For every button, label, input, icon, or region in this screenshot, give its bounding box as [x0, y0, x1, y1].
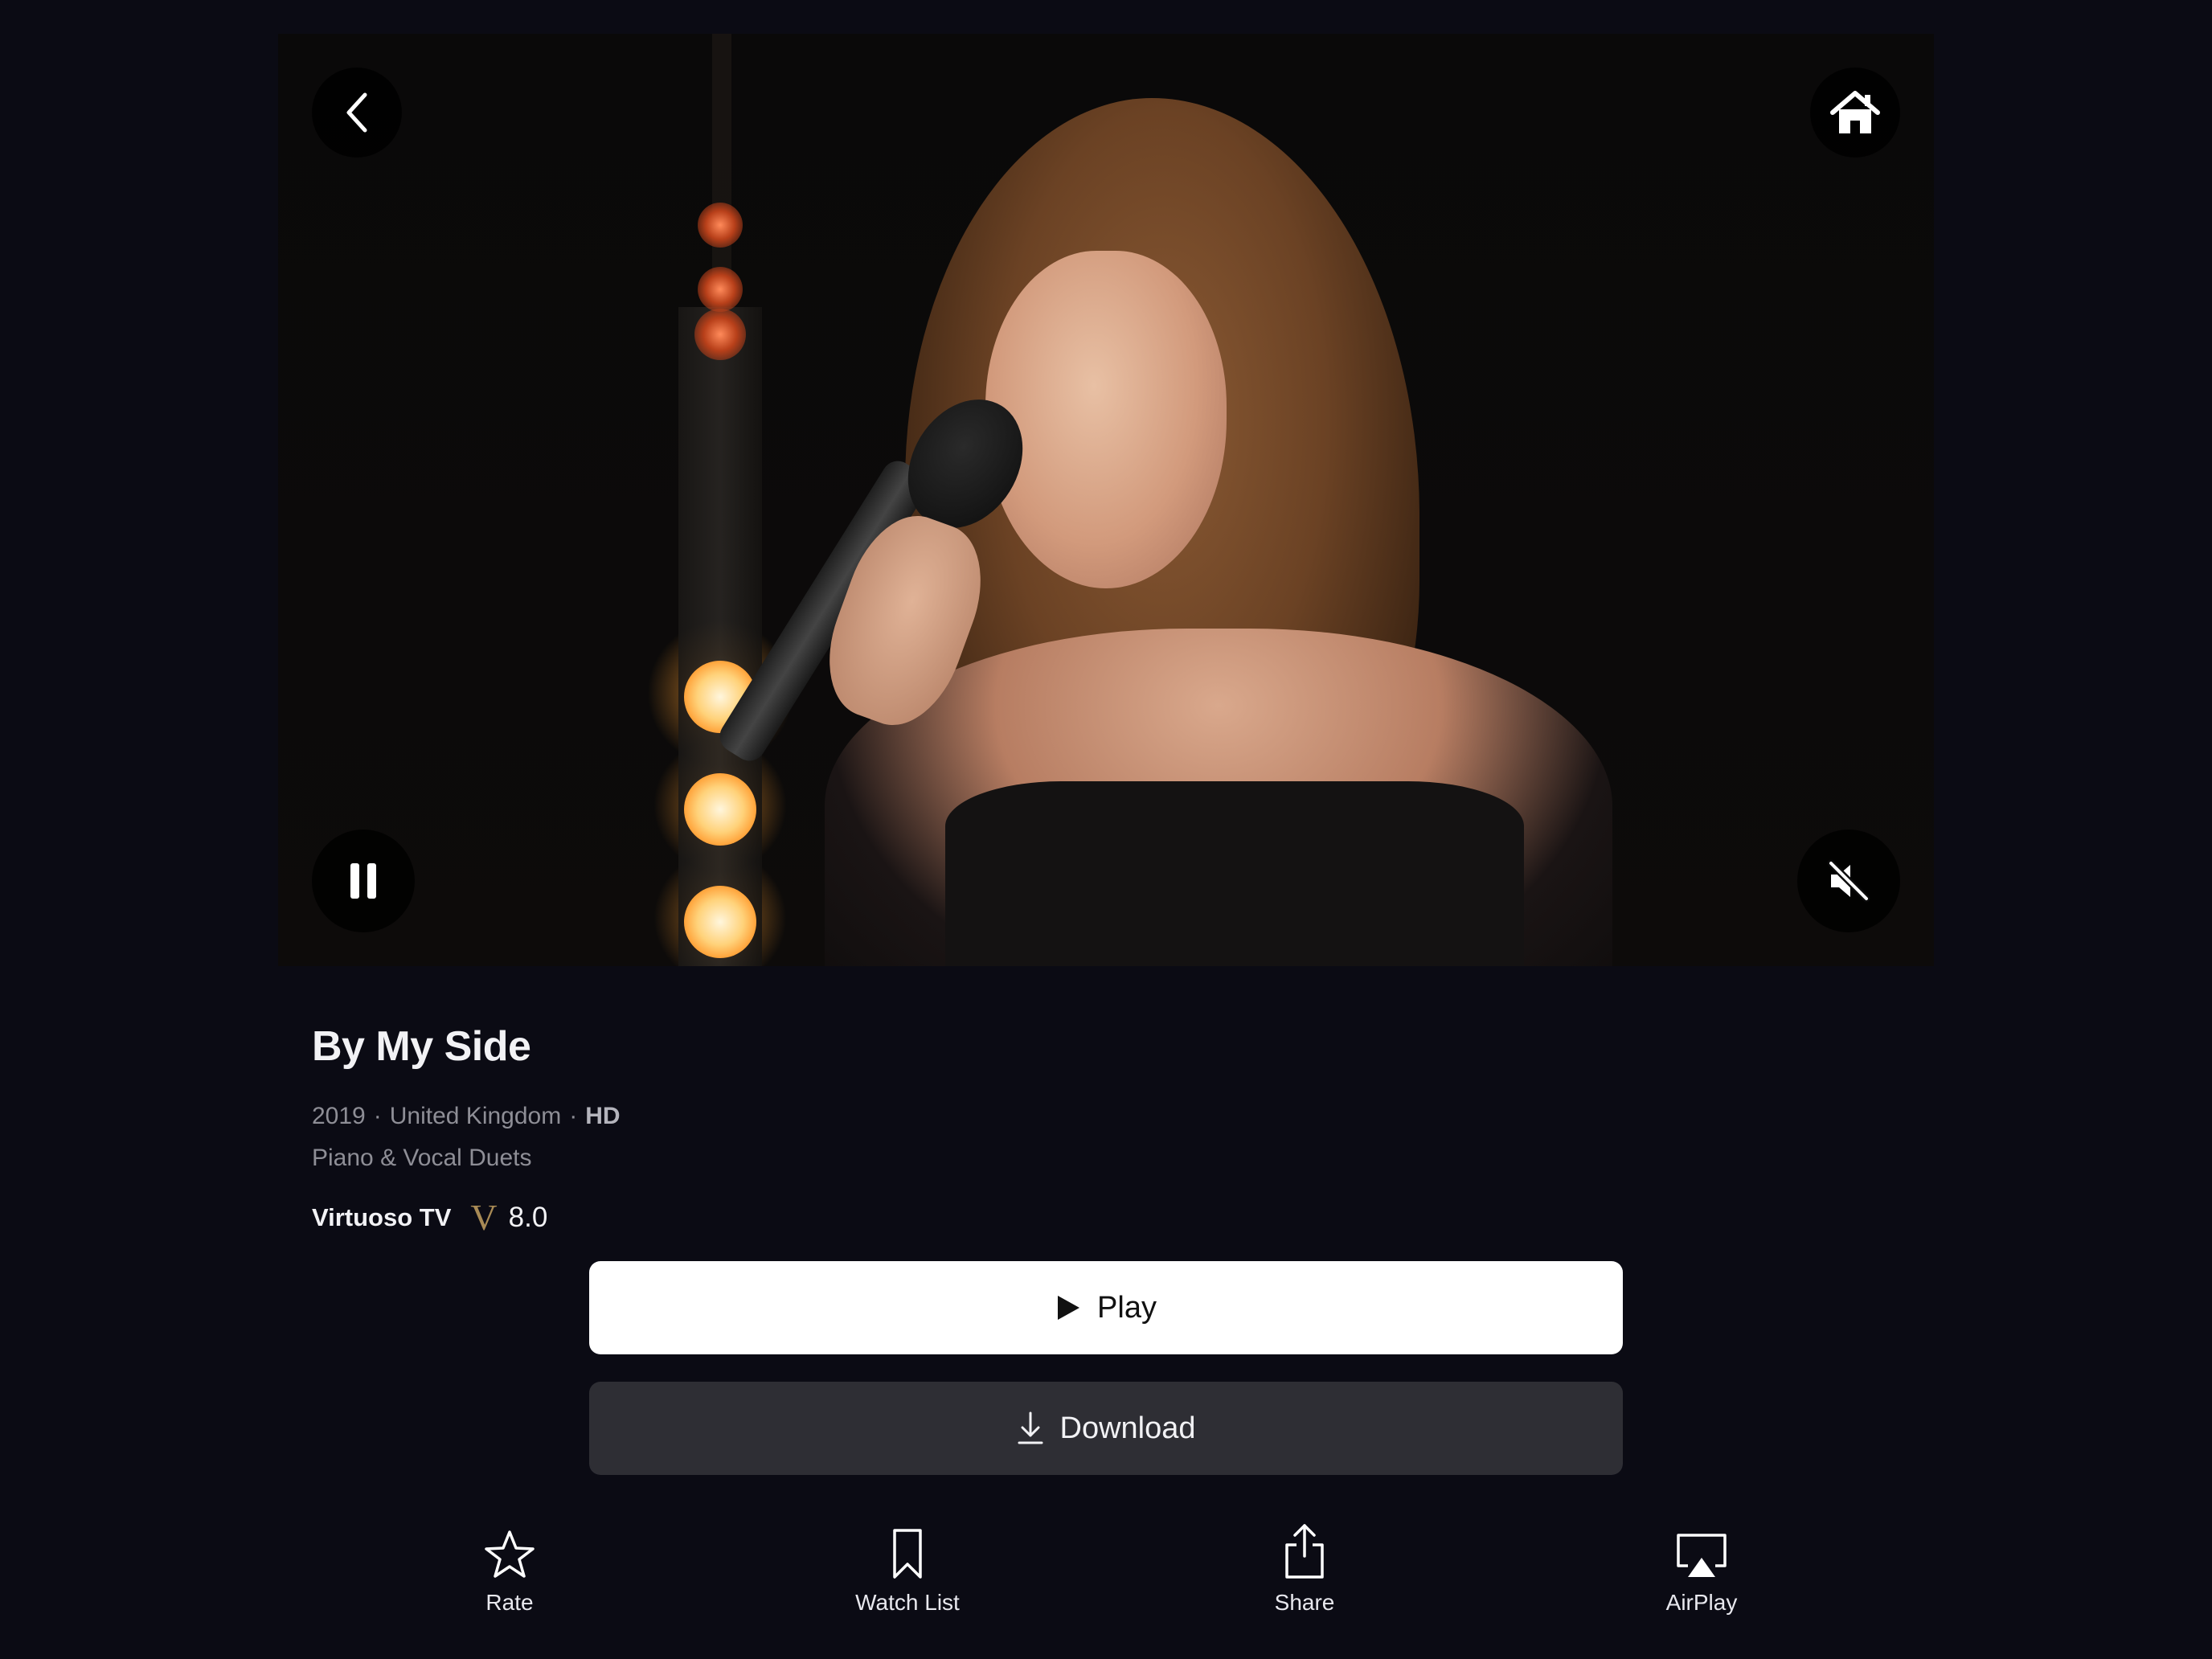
airplay-action[interactable]: AirPlay — [1613, 1519, 1790, 1616]
metadata-line: 2019 · United Kingdom · HD — [312, 1103, 621, 1130]
release-year: 2019 — [312, 1103, 366, 1129]
video-frame — [278, 34, 1934, 966]
app-screen: By My Side 2019 · United Kingdom · HD Piano … — [0, 0, 2212, 1659]
performer-dress — [945, 781, 1524, 966]
rate-action[interactable]: Rate — [421, 1519, 598, 1616]
share-action[interactable]: Share — [1216, 1519, 1393, 1616]
stage-light — [698, 267, 743, 312]
play-icon — [1055, 1294, 1081, 1321]
stage-light — [684, 886, 756, 958]
play-button[interactable]: Play — [589, 1261, 1623, 1354]
watch-list-label: Watch List — [855, 1590, 960, 1615]
mute-button[interactable] — [1797, 830, 1900, 932]
rating-row: Virtuoso TV V 8.0 — [312, 1199, 547, 1236]
back-button[interactable] — [312, 68, 402, 158]
pause-button[interactable] — [312, 830, 415, 932]
airplay-label: AirPlay — [1665, 1590, 1738, 1615]
play-button-label: Play — [1097, 1290, 1157, 1325]
bookmark-icon — [890, 1519, 925, 1580]
quality-badge: HD — [585, 1103, 621, 1129]
speaker-muted-icon — [1825, 857, 1873, 905]
pause-icon — [347, 862, 379, 900]
stage-light — [694, 309, 746, 360]
home-icon — [1829, 88, 1881, 137]
video-title: By My Side — [312, 1023, 531, 1070]
stage-light — [698, 203, 743, 248]
download-button[interactable]: Download — [589, 1382, 1623, 1475]
rating-source: Virtuoso TV — [312, 1203, 452, 1231]
separator: · — [373, 1103, 382, 1129]
download-button-label: Download — [1059, 1411, 1196, 1445]
stage-light-column — [678, 307, 762, 966]
virtuoso-logo-icon: V — [470, 1197, 498, 1238]
stage-light — [684, 773, 756, 846]
airplay-icon — [1673, 1519, 1730, 1580]
video-player[interactable] — [278, 34, 1934, 966]
share-label: Share — [1274, 1590, 1335, 1615]
stage-truss — [712, 34, 731, 307]
separator: · — [569, 1103, 578, 1129]
share-icon — [1282, 1519, 1327, 1580]
rating-score: 8.0 — [508, 1202, 548, 1233]
rate-label: Rate — [485, 1590, 534, 1615]
genre-label: Piano & Vocal Duets — [312, 1145, 532, 1171]
country: United Kingdom — [389, 1103, 562, 1129]
star-icon — [483, 1519, 536, 1580]
home-button[interactable] — [1810, 68, 1900, 158]
chevron-left-icon — [341, 90, 373, 135]
performer-face — [985, 251, 1227, 588]
download-icon — [1017, 1411, 1044, 1445]
watch-list-action[interactable]: Watch List — [819, 1519, 996, 1616]
